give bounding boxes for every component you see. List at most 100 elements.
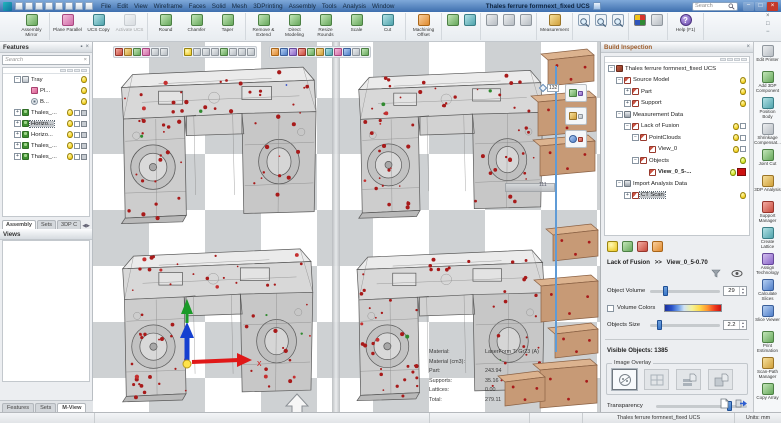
app-logo-icon[interactable]	[3, 2, 12, 11]
expander-icon[interactable]: +	[14, 109, 21, 116]
delete-result-icon[interactable]	[637, 241, 648, 252]
tree-item-thales-[interactable]: +Thales_...	[3, 151, 89, 162]
visibility-bulb-icon[interactable]	[733, 134, 739, 141]
scale-button[interactable]: Scale	[341, 13, 372, 40]
bulb-off-icon[interactable]	[193, 48, 201, 56]
expander-icon[interactable]: −	[632, 157, 639, 164]
deselect-icon[interactable]	[133, 48, 141, 56]
expander-icon[interactable]: +	[624, 100, 631, 107]
resize-rounds-button[interactable]: Resize Rounds	[310, 13, 341, 40]
3d-viewport[interactable]: 132 111 Material:LaserForm Ti Gr23 (A)Ma…	[93, 42, 600, 412]
tree-item-thales-[interactable]: +Thales_...	[3, 107, 89, 118]
compare-tool-button[interactable]	[565, 130, 587, 148]
expander-icon[interactable]: +	[14, 153, 21, 160]
visibility-bulb-icon[interactable]	[81, 76, 87, 83]
menu-edit[interactable]: Edit	[117, 3, 128, 10]
tree-item-ct-scan[interactable]: +CT Scan	[605, 190, 749, 202]
calculate-slices-button[interactable]: Calculate Slices	[754, 278, 781, 304]
view-iso-icon[interactable]	[307, 48, 315, 56]
undo-icon[interactable]	[55, 2, 63, 10]
wireframe-display-icon[interactable]	[211, 48, 219, 56]
overlay-grid-button[interactable]	[644, 369, 669, 390]
scan-path-manager-button[interactable]: Scan-Path Manager	[754, 356, 781, 382]
assign-technology-button[interactable]: Assign Technology	[754, 252, 781, 278]
tree-checkbox[interactable]	[74, 154, 80, 160]
render-style-button[interactable]	[648, 13, 665, 40]
direct-modeling-button[interactable]: Direct Modeling	[279, 13, 310, 40]
tree-item-b-[interactable]: B...	[3, 96, 89, 107]
objects-size-spinbox[interactable]: 2.2 ▲▼	[723, 320, 747, 330]
layout-window-button[interactable]	[483, 13, 500, 40]
named-views-icon[interactable]	[334, 48, 342, 56]
menu-assembly[interactable]: Assembly	[289, 3, 316, 10]
bottom-tab-m-view[interactable]: M-View	[57, 403, 86, 412]
menu-file[interactable]: File	[101, 3, 111, 10]
tree-box-icon[interactable]	[81, 121, 87, 127]
tree-checkbox[interactable]	[74, 132, 80, 138]
visibility-bulb-icon[interactable]	[81, 98, 87, 105]
expander-icon[interactable]: −	[616, 111, 623, 118]
folder-select-icon[interactable]	[124, 48, 132, 56]
copy-array-button[interactable]: Copy Array	[754, 382, 781, 408]
box-select-icon[interactable]	[151, 48, 159, 56]
visibility-bulb-icon[interactable]	[67, 120, 73, 127]
create-lattice-button[interactable]: Create Lattice	[754, 226, 781, 252]
tree-item-objects[interactable]: −Objects	[605, 155, 749, 167]
add-result-icon[interactable]	[622, 241, 633, 252]
close-panel-icon[interactable]: ×	[746, 44, 750, 50]
tree-checkbox[interactable]	[740, 146, 746, 152]
view-right-icon[interactable]	[325, 48, 333, 56]
save-icon[interactable]	[15, 2, 23, 10]
tree-item-pl-[interactable]: Pl...	[3, 85, 89, 96]
visibility-bulb-icon[interactable]	[740, 88, 746, 95]
tab-scroll-arrows[interactable]: ◀▶	[82, 223, 90, 229]
volume-colors-checkbox[interactable]	[607, 305, 614, 312]
move-arrows-button[interactable]	[444, 13, 461, 40]
menu-mesh[interactable]: Mesh	[232, 3, 247, 10]
visibility-bulb-icon[interactable]	[740, 100, 746, 107]
tree-checkbox[interactable]	[740, 135, 746, 141]
search-input[interactable]: Search	[692, 2, 738, 11]
zoom-window-button[interactable]	[575, 13, 592, 40]
edit-printer-button[interactable]: Edit Printer	[754, 44, 781, 70]
zoom-in-button[interactable]	[592, 13, 609, 40]
ghost-display-icon[interactable]	[202, 48, 210, 56]
minimize-button[interactable]: −	[743, 2, 754, 11]
restore-button[interactable]: □	[755, 2, 766, 11]
position-body-button[interactable]: Position Body	[754, 96, 781, 122]
objects-size-slider-handle[interactable]	[657, 320, 662, 330]
overlay-stack-button[interactable]	[676, 369, 701, 390]
objects-size-spin-arrows[interactable]: ▲▼	[739, 321, 746, 329]
bottom-tab-features[interactable]: Features	[2, 403, 34, 412]
ruler-handle[interactable]: 132	[540, 84, 559, 92]
tree-item-view-0-5-[interactable]: View_0_5-...	[605, 167, 749, 179]
display-options-icon[interactable]	[247, 48, 255, 56]
close-icon[interactable]: ×	[85, 44, 89, 50]
menu-analysis[interactable]: Analysis	[343, 3, 366, 10]
tree-item-lack-of-fusion[interactable]: −Lack of Fusion	[605, 121, 749, 133]
tree-checkbox[interactable]	[74, 121, 80, 127]
frame-select-icon[interactable]	[160, 48, 168, 56]
color-swatch[interactable]	[737, 168, 746, 176]
tree-item-tray[interactable]: −Tray	[3, 74, 89, 85]
zoom-selected-button[interactable]	[609, 13, 626, 40]
objects-size-slider[interactable]	[650, 324, 720, 327]
zoom-dynamic-icon[interactable]	[289, 48, 297, 56]
menu-wireframe[interactable]: Wireframe	[154, 3, 183, 10]
remove-extend-button[interactable]: Remove & Extend	[248, 13, 279, 40]
expander-icon[interactable]: +	[14, 142, 21, 149]
tree-item-source-model[interactable]: −Source Model	[605, 75, 749, 87]
expander-icon[interactable]: −	[14, 76, 21, 83]
tab-3dp-c[interactable]: 3DP C	[57, 220, 81, 229]
tree-item-view-0[interactable]: View_0	[605, 144, 749, 156]
activate-ucs-button[interactable]: Activate UCS	[114, 13, 145, 40]
measurement-button[interactable]: Measurement	[539, 13, 570, 40]
next-view-icon[interactable]	[352, 48, 360, 56]
object-volume-spinbox[interactable]: 29 ▲▼	[723, 286, 747, 296]
tree-item-horizo-[interactable]: +Horizo...	[3, 129, 89, 140]
tree-item-import-analysis-data[interactable]: −Import Analysis Data	[605, 178, 749, 190]
tree-item-support[interactable]: +Support	[605, 98, 749, 110]
menu-tools[interactable]: Tools	[322, 3, 337, 10]
menu-window[interactable]: Window	[372, 3, 394, 10]
expander-icon[interactable]: +	[624, 192, 631, 199]
